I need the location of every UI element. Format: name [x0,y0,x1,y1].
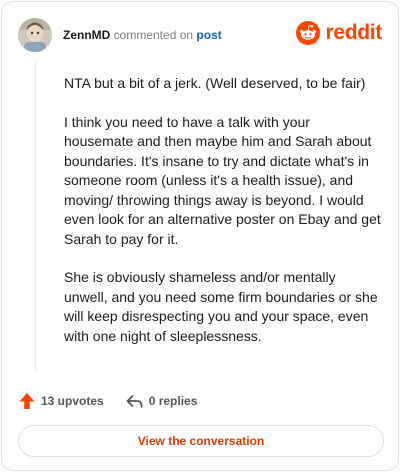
post-link[interactable]: post [196,28,221,42]
comment-meta: ZennMD commented on post [63,27,222,43]
reddit-alien-icon [296,21,321,45]
comment-paragraph: I think you need to have a talk with you… [64,113,381,247]
brand-wordmark: reddit [325,21,382,44]
reply-count: 0 replies [148,394,198,408]
reply-button[interactable]: 0 replies [126,394,198,409]
comment-card: ZennMD commented on post reddit NTA but … [1,1,399,471]
upvote-count: 13 upvotes [41,394,104,408]
comment-body: NTA but a bit of a jerk. (Well deserved,… [64,74,382,365]
view-conversation-button[interactable]: View the conversation [18,425,384,457]
reddit-logo[interactable]: reddit [296,21,382,45]
comment-paragraph: She is obviously shameless and/or mental… [64,269,378,344]
upvote-button[interactable]: 13 upvotes [19,392,104,410]
reply-icon [126,394,143,408]
comment-paragraph: NTA but a bit of a jerk. (Well deserved,… [64,75,366,91]
thread-line [35,62,36,372]
comment-action: commented on [113,28,194,42]
upvote-arrow-icon [19,393,35,409]
user-avatar[interactable] [18,18,52,52]
author-name[interactable]: ZennMD [63,28,110,42]
comment-header: ZennMD commented on post reddit [18,18,382,52]
comment-footer: 13 upvotes 0 replies [19,390,219,412]
